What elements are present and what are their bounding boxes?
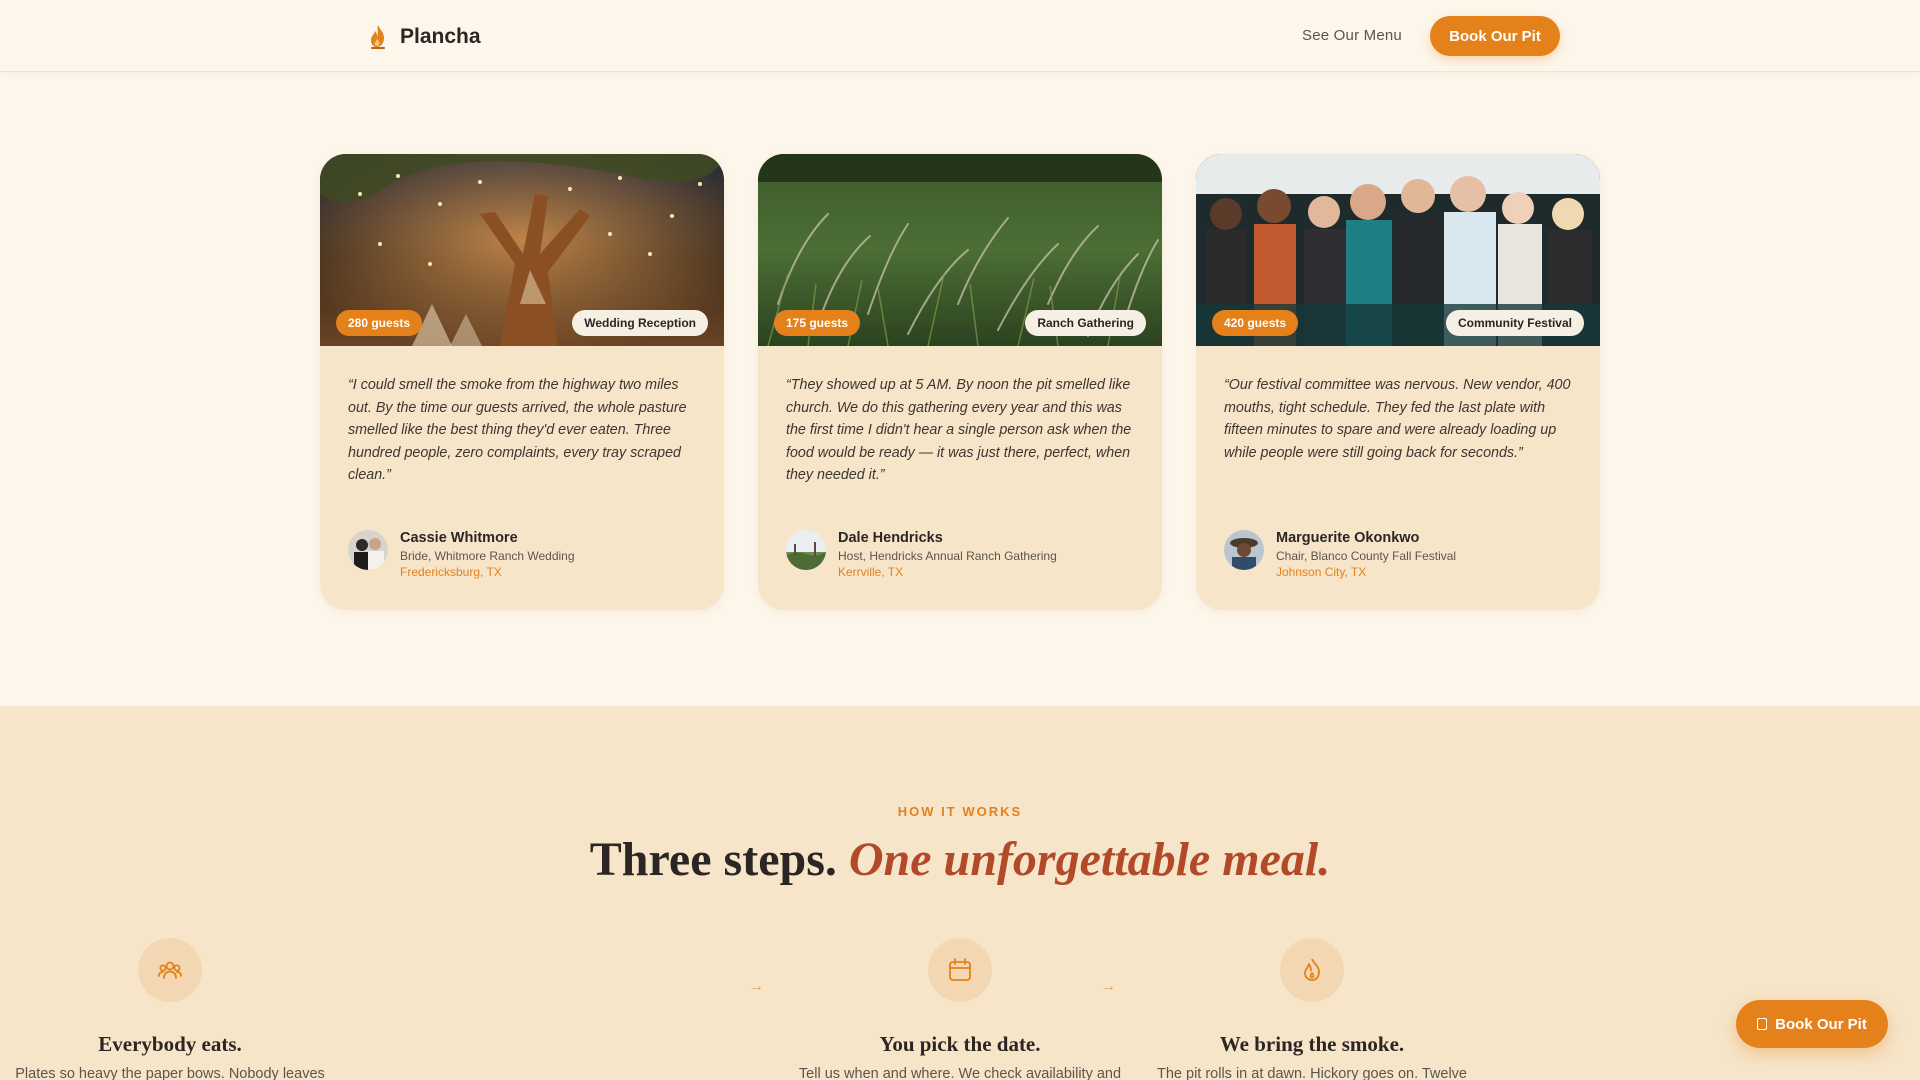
- guest-count-badge: 175 guests: [774, 310, 861, 336]
- guest-count-badge: 420 guests: [1212, 310, 1299, 336]
- event-type-badge: Community Festival: [1445, 310, 1584, 336]
- event-type-badge: Wedding Reception: [572, 310, 708, 336]
- flame-icon: [1280, 938, 1344, 1002]
- calendar-icon: [928, 938, 992, 1002]
- step-arrow-icon: →: [1100, 978, 1116, 995]
- book-pit-button[interactable]: Book Our Pit: [1430, 16, 1560, 56]
- nav-link-menu[interactable]: See Our Menu: [1302, 27, 1402, 44]
- testimonial-quote: “They showed up at 5 AM. By noon the pit…: [786, 377, 1132, 484]
- step-title: You pick the date.: [879, 1032, 1041, 1056]
- step-text: Tell us when and where. We check availab…: [798, 1066, 1122, 1080]
- section-title-main: Three steps.: [589, 833, 837, 886]
- calendar-mini-icon: [1757, 1018, 1768, 1030]
- site-header: Plancha See Our Menu Book Our Pit: [0, 0, 1920, 72]
- step-text: The pit rolls in at dawn. Hickory goes o…: [1156, 1066, 1467, 1080]
- step-title: We bring the smoke.: [1219, 1032, 1405, 1056]
- author-name: Marguerite Okonkwo: [1276, 530, 1420, 546]
- avatar: [1224, 530, 1264, 570]
- floating-book-pit-label: Book Our Pit: [1775, 1015, 1867, 1033]
- avatar: [348, 530, 388, 570]
- step-pick-date: You pick the date. Tell us when and wher…: [790, 938, 1130, 1080]
- step-text: Plates so heavy the paper bows. Nobody l…: [15, 1066, 325, 1080]
- author-role: Host, Hendricks Annual Ranch Gathering: [838, 549, 1057, 563]
- testimonial-quote: “Our festival committee was nervous. New…: [1224, 377, 1571, 461]
- step-title: Everybody eats.: [98, 1032, 242, 1056]
- event-photo-ranch: 175 guests Ranch Gathering: [758, 154, 1162, 346]
- step-everybody-eats: Everybody eats. Plates so heavy the pape…: [0, 938, 340, 1080]
- step-arrow-icon: →: [748, 978, 764, 995]
- section-title-accent: One unforgettable meal.: [848, 833, 1331, 886]
- author-role: Chair, Blanco County Fall Festival: [1276, 549, 1457, 563]
- brand-logo[interactable]: Plancha: [368, 22, 481, 52]
- author-name: Dale Hendricks: [838, 530, 943, 546]
- event-photo-wedding: 280 guests Wedding Reception: [320, 154, 724, 346]
- author-location: Fredericksburg, TX: [400, 565, 502, 579]
- floating-book-pit-button[interactable]: Book Our Pit: [1736, 1000, 1888, 1048]
- author-location: Johnson City, TX: [1276, 565, 1367, 579]
- testimonials-section: 280 guests Wedding Reception “I could sm…: [320, 154, 1600, 610]
- event-type-badge: Ranch Gathering: [1025, 310, 1146, 336]
- testimonial-quote: “I could smell the smoke from the highwa…: [348, 377, 687, 484]
- flame-icon: [371, 25, 385, 49]
- step-bring-smoke: We bring the smoke. The pit rolls in at …: [1142, 938, 1482, 1080]
- event-photo-festival: 420 guests Community Festival: [1196, 154, 1600, 346]
- how-it-works-section: HOW IT WORKS Three steps. One unforgetta…: [0, 706, 1920, 1080]
- avatar: [786, 530, 826, 570]
- author-name: Cassie Whitmore: [400, 530, 518, 546]
- guest-count-badge: 280 guests: [336, 310, 423, 336]
- testimonial-card: 280 guests Wedding Reception “I could sm…: [320, 154, 724, 610]
- testimonial-author: Marguerite Okonkwo Chair, Blanco County …: [1224, 530, 1584, 579]
- section-title: Three steps. One unforgettable meal.: [0, 832, 1920, 887]
- brand-name: Plancha: [400, 25, 481, 48]
- testimonial-author: Cassie Whitmore Bride, Whitmore Ranch We…: [348, 530, 708, 579]
- testimonial-author: Dale Hendricks Host, Hendricks Annual Ra…: [786, 530, 1146, 579]
- people-icon: [138, 938, 202, 1002]
- testimonial-card: 175 guests Ranch Gathering “They showed …: [758, 154, 1162, 610]
- author-location: Kerrville, TX: [838, 565, 904, 579]
- testimonial-card: 420 guests Community Festival “Our festi…: [1196, 154, 1600, 610]
- section-eyebrow: HOW IT WORKS: [897, 804, 1023, 819]
- author-role: Bride, Whitmore Ranch Wedding: [400, 549, 575, 563]
